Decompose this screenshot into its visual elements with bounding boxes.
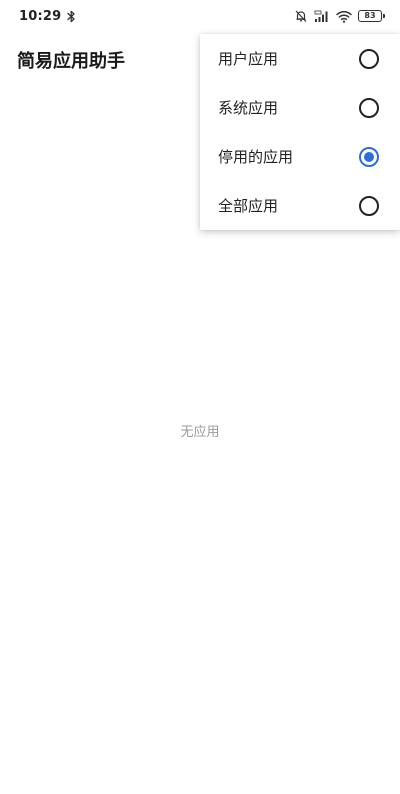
status-bar: 10:29 83	[0, 0, 400, 32]
radio-unchecked-icon[interactable]	[359, 48, 379, 69]
radio-unchecked-icon[interactable]	[359, 97, 379, 118]
wifi-icon	[336, 10, 352, 23]
menu-item-system-apps[interactable]: 系统应用	[200, 83, 400, 132]
bluetooth-icon	[67, 10, 76, 23]
menu-item-user-apps[interactable]: 用户应用	[200, 34, 400, 83]
menu-item-label: 系统应用	[218, 99, 279, 117]
status-right: 83	[294, 9, 385, 23]
status-left: 10:29	[19, 9, 76, 24]
battery-icon: 83	[358, 10, 385, 22]
menu-item-disabled-apps[interactable]: 停用的应用	[200, 132, 400, 181]
radio-checked-icon[interactable]	[359, 146, 379, 167]
radio-unchecked-icon[interactable]	[359, 195, 379, 216]
empty-state-text: 无应用	[180, 425, 220, 440]
screen: 10:29 83 简易应用助手 无应用 用户应用 系统应用 停用的应用 全部应用	[0, 0, 400, 794]
menu-item-label: 停用的应用	[218, 148, 294, 166]
menu-item-label: 用户应用	[218, 50, 279, 68]
app-title: 简易应用助手	[17, 51, 125, 72]
filter-popup-menu: 用户应用 系统应用 停用的应用 全部应用	[200, 34, 400, 230]
status-time: 10:29	[19, 8, 62, 24]
bell-off-icon	[294, 9, 308, 23]
menu-item-label: 全部应用	[218, 197, 279, 215]
signal-icon	[314, 10, 330, 23]
battery-level: 83	[364, 11, 376, 20]
menu-item-all-apps[interactable]: 全部应用	[200, 181, 400, 230]
